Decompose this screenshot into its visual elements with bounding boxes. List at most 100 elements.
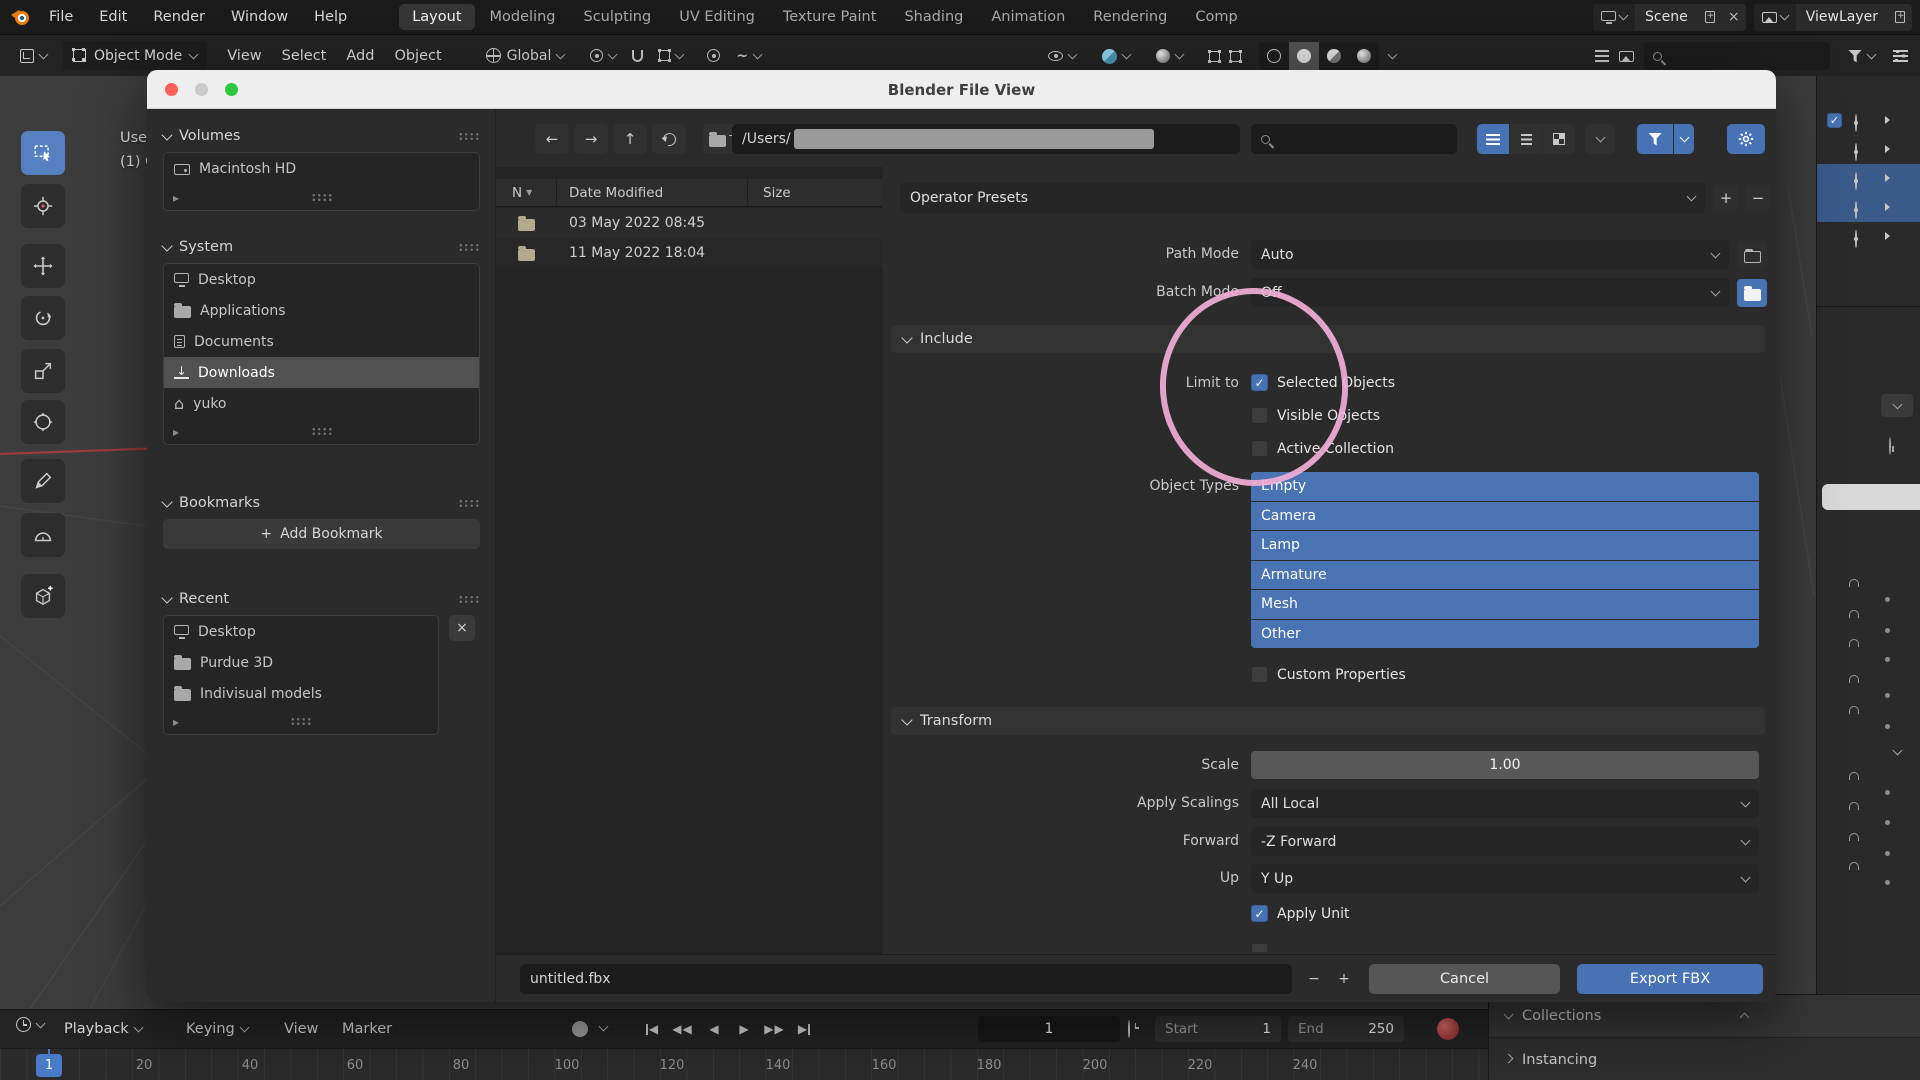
- scale-field[interactable]: 1.00: [1251, 751, 1759, 779]
- remove-preset-button[interactable]: −: [1745, 185, 1771, 211]
- menu-select[interactable]: Select: [272, 48, 337, 64]
- tool-measure[interactable]: [21, 513, 65, 557]
- collection-checkbox[interactable]: ✓: [1827, 113, 1842, 128]
- viewlayer-browse-button[interactable]: [1754, 4, 1796, 31]
- tab-texture-paint[interactable]: Texture Paint: [770, 4, 890, 30]
- list-item-recent-models[interactable]: Indivisual models: [164, 678, 438, 709]
- column-divider[interactable]: [556, 179, 557, 207]
- eye-icon[interactable]: [1855, 230, 1857, 248]
- view-menu[interactable]: View: [284, 1010, 318, 1048]
- playback-menu[interactable]: Playback: [64, 1010, 142, 1048]
- marker-menu[interactable]: Marker: [342, 1010, 392, 1048]
- active-collection-checkbox[interactable]: [1251, 440, 1268, 457]
- tool-annotate[interactable]: [21, 459, 65, 503]
- path-mode-dropdown[interactable]: Auto: [1251, 240, 1729, 269]
- tool-select-box[interactable]: [21, 131, 65, 175]
- prev-keyframe-button[interactable]: ◀◀: [668, 1016, 696, 1042]
- outliner-search-field[interactable]: [1644, 42, 1830, 70]
- display-settings-dropdown[interactable]: [1585, 124, 1615, 154]
- frame-end-field[interactable]: End 250: [1288, 1016, 1404, 1042]
- back-button[interactable]: ←: [535, 124, 569, 154]
- animate-dot-icon[interactable]: [1885, 657, 1890, 662]
- outliner-row-selected[interactable]: [1817, 193, 1920, 222]
- tool-move[interactable]: [21, 244, 65, 288]
- menu-edit[interactable]: Edit: [86, 0, 140, 34]
- shading-material-button[interactable]: [1319, 42, 1349, 70]
- shading-rendered-button[interactable]: [1349, 42, 1379, 70]
- file-row[interactable]: 03 May 2022 08:45: [496, 208, 882, 238]
- object-type-other[interactable]: Other: [1251, 620, 1759, 649]
- scene-browse-button[interactable]: [1593, 4, 1635, 31]
- chevron-down-icon[interactable]: [599, 1022, 609, 1032]
- object-type-camera[interactable]: Camera: [1251, 502, 1759, 531]
- menu-object[interactable]: Object: [384, 48, 451, 64]
- column-size[interactable]: Size: [763, 185, 791, 201]
- animate-dot-icon[interactable]: [1885, 724, 1890, 729]
- tab-shading[interactable]: Shading: [891, 4, 976, 30]
- sidebar-collapse-button[interactable]: [1881, 394, 1913, 417]
- list-item-recent-purdue[interactable]: Purdue 3D: [164, 647, 438, 678]
- instancing-section[interactable]: Instancing: [1489, 1038, 1920, 1080]
- view-mode-thumbnail-button[interactable]: [1543, 124, 1575, 154]
- include-section-header[interactable]: Include: [891, 325, 1765, 353]
- up-dropdown[interactable]: Y Up: [1251, 864, 1759, 893]
- next-keyframe-button[interactable]: ▶▶: [760, 1016, 788, 1042]
- list-item-macintosh-hd[interactable]: Macintosh HD: [164, 153, 479, 185]
- grip-icon[interactable]: [458, 243, 480, 252]
- forward-button[interactable]: →: [574, 124, 608, 154]
- operator-presets-dropdown[interactable]: Operator Presets: [900, 183, 1705, 213]
- tab-sculpting[interactable]: Sculpting: [570, 4, 664, 30]
- object-type-armature[interactable]: Armature: [1251, 561, 1759, 590]
- timeline-editor-type-button[interactable]: [8, 1017, 52, 1032]
- add-preset-button[interactable]: +: [1713, 185, 1739, 211]
- show-visibility-dropdown[interactable]: [1040, 51, 1084, 61]
- window-close-button[interactable]: [165, 83, 178, 96]
- file-search-field[interactable]: [1251, 124, 1457, 154]
- window-minimize-button[interactable]: [195, 83, 208, 96]
- grip-icon[interactable]: [458, 132, 480, 141]
- transform-section-header[interactable]: Transform: [891, 707, 1765, 735]
- file-row[interactable]: 11 May 2022 18:04: [496, 238, 882, 268]
- export-fbx-button[interactable]: Export FBX: [1577, 964, 1763, 994]
- list-item-recent-desktop[interactable]: Desktop: [164, 616, 438, 647]
- shading-solid-button[interactable]: [1289, 42, 1319, 70]
- menu-file[interactable]: File: [36, 0, 86, 34]
- menu-view[interactable]: View: [217, 48, 271, 64]
- sidebar-collapse-button[interactable]: [1881, 742, 1913, 762]
- list-item-downloads[interactable]: ↓Downloads: [164, 357, 479, 388]
- view-mode-detail-button[interactable]: [1510, 124, 1542, 154]
- list-item-desktop[interactable]: Desktop: [164, 264, 479, 295]
- outliner-row[interactable]: ✓: [1817, 106, 1920, 135]
- bookmarks-section-header[interactable]: Bookmarks: [163, 491, 480, 515]
- sidebar-field-fragment[interactable]: [1822, 484, 1920, 510]
- pin-icon[interactable]: [1889, 437, 1891, 455]
- tool-transform[interactable]: [21, 400, 65, 444]
- animate-dot-icon[interactable]: [1885, 693, 1890, 698]
- tool-cursor[interactable]: [21, 184, 65, 228]
- tool-add-cube[interactable]: [21, 574, 65, 618]
- eye-icon[interactable]: [1855, 143, 1857, 161]
- outliner-filter-dropdown[interactable]: [1840, 50, 1883, 63]
- refresh-button[interactable]: [652, 124, 686, 154]
- animate-dot-icon[interactable]: [1885, 628, 1890, 633]
- jump-to-start-button[interactable]: ◀: [638, 1016, 666, 1042]
- system-section-header[interactable]: System: [163, 235, 480, 259]
- outliner-display-icon[interactable]: [1595, 50, 1609, 62]
- window-zoom-button[interactable]: [225, 83, 238, 96]
- path-field[interactable]: /Users/: [732, 124, 1240, 154]
- apply-unit-checkbox[interactable]: ✓: [1251, 905, 1268, 922]
- shading-options-chevron-icon[interactable]: [1388, 50, 1398, 60]
- list-item-applications[interactable]: Applications: [164, 295, 479, 326]
- play-reverse-button[interactable]: ◀: [700, 1016, 728, 1042]
- new-scene-button[interactable]: [1698, 4, 1722, 31]
- dialog-titlebar[interactable]: Blender File View: [147, 70, 1776, 109]
- chevron-up-icon[interactable]: [1740, 1013, 1750, 1023]
- menu-window[interactable]: Window: [218, 0, 301, 34]
- pivot-point-dropdown[interactable]: [582, 49, 624, 62]
- add-bookmark-button[interactable]: + Add Bookmark: [163, 519, 480, 549]
- outliner-options-icon[interactable]: [1893, 50, 1908, 62]
- animate-dot-icon[interactable]: [1885, 880, 1890, 885]
- menu-help[interactable]: Help: [301, 0, 360, 34]
- view-mode-list-button[interactable]: [1477, 124, 1509, 154]
- grip-icon[interactable]: [458, 595, 480, 604]
